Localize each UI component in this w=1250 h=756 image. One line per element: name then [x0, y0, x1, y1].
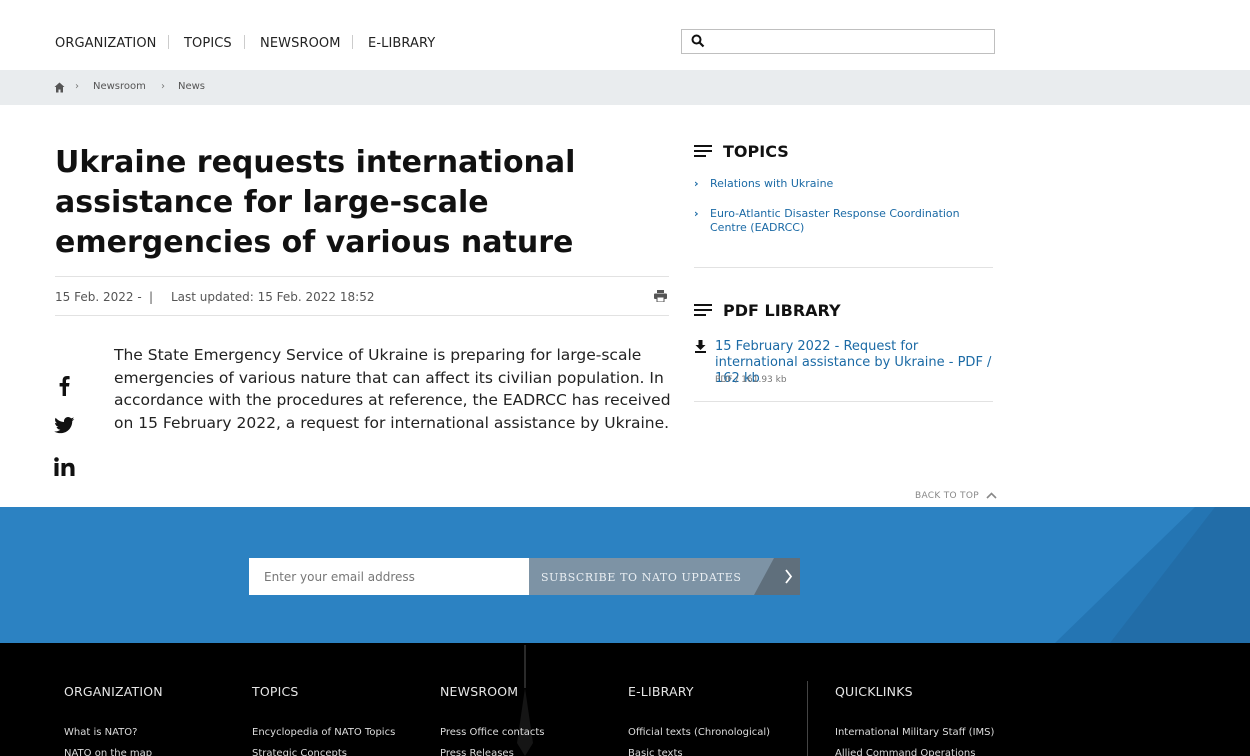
search-icon[interactable]: [691, 34, 705, 48]
breadcrumb: › Newsroom › News: [0, 70, 1250, 105]
topic-link-ukraine[interactable]: › Relations with Ukraine: [694, 177, 984, 191]
divider: [694, 267, 993, 268]
nav-organization[interactable]: ORGANIZATION: [55, 36, 157, 51]
subscribe-band: SUBSCRIBE TO NATO UPDATES: [0, 507, 1250, 643]
footer-heading-quicklinks[interactable]: QUICKLINKS: [835, 684, 913, 699]
divider: [55, 276, 669, 277]
footer-link[interactable]: Press Releases: [440, 748, 514, 756]
facebook-icon[interactable]: [58, 375, 70, 396]
footer-heading-topics[interactable]: TOPICS: [252, 684, 299, 699]
footer-divider: [807, 681, 808, 756]
footer-link[interactable]: International Military Staff (IMS): [835, 727, 994, 738]
nav-e-library[interactable]: E-LIBRARY: [368, 36, 435, 51]
footer-link[interactable]: What is NATO?: [64, 727, 137, 738]
footer-watermark: [517, 645, 533, 756]
page-title: Ukraine requests international assistanc…: [55, 145, 576, 260]
footer-link[interactable]: Press Office contacts: [440, 727, 545, 738]
chevron-up-icon: [986, 492, 997, 499]
twitter-icon[interactable]: [54, 417, 75, 434]
nav-divider: [168, 35, 169, 49]
last-updated: Last updated: 15 Feb. 2022 18:52: [171, 290, 375, 304]
divider: [55, 315, 669, 316]
nav-topics[interactable]: TOPICS: [184, 36, 232, 51]
chevron-right-icon: [754, 558, 800, 595]
pdf-file-size: PDF / 161.93 kb: [715, 375, 787, 385]
footer-heading-e-library[interactable]: E-LIBRARY: [628, 684, 694, 699]
search-input[interactable]: [681, 29, 995, 54]
divider: [694, 401, 993, 402]
footer-link[interactable]: NATO on the map: [64, 748, 152, 756]
hamburger-icon: [694, 145, 712, 160]
print-icon[interactable]: [654, 290, 667, 302]
article-body: The State Emergency Service of Ukraine i…: [114, 346, 671, 432]
footer-link[interactable]: Encyclopedia of NATO Topics: [252, 727, 395, 738]
subscribe-button[interactable]: SUBSCRIBE TO NATO UPDATES: [529, 558, 800, 595]
hamburger-icon: [694, 304, 712, 319]
back-to-top-link[interactable]: BACK TO TOP: [915, 491, 997, 501]
footer-link[interactable]: Official texts (Chronological): [628, 727, 770, 738]
chevron-right-icon: ›: [694, 207, 699, 220]
footer-link[interactable]: Strategic Concepts: [252, 748, 347, 756]
chevron-right-icon: ›: [75, 81, 79, 92]
breadcrumb-news[interactable]: News: [178, 81, 205, 92]
chevron-right-icon: ›: [161, 81, 165, 92]
breadcrumb-newsroom[interactable]: Newsroom: [93, 81, 146, 92]
publish-date: 15 Feb. 2022 -: [55, 290, 142, 304]
chevron-right-icon: ›: [694, 177, 699, 190]
top-navigation: ORGANIZATION TOPICS NEWSROOM E-LIBRARY: [0, 0, 1250, 70]
linkedin-icon[interactable]: [54, 457, 75, 476]
footer-link[interactable]: Basic texts: [628, 748, 683, 756]
nav-newsroom[interactable]: NEWSROOM: [260, 36, 341, 51]
nav-divider: [244, 35, 245, 49]
email-field[interactable]: [249, 558, 529, 595]
meta-separator: |: [149, 290, 154, 304]
nav-divider: [352, 35, 353, 49]
footer-heading-newsroom[interactable]: NEWSROOM: [440, 684, 518, 699]
footer: ORGANIZATION What is NATO? NATO on the m…: [0, 643, 1250, 756]
download-icon[interactable]: [694, 340, 707, 353]
footer-heading-organization[interactable]: ORGANIZATION: [64, 684, 163, 699]
home-icon[interactable]: [54, 82, 65, 93]
footer-link[interactable]: Allied Command Operations: [835, 748, 975, 756]
topic-link-eadrcc[interactable]: › Euro-Atlantic Disaster Response Coordi…: [694, 207, 984, 235]
